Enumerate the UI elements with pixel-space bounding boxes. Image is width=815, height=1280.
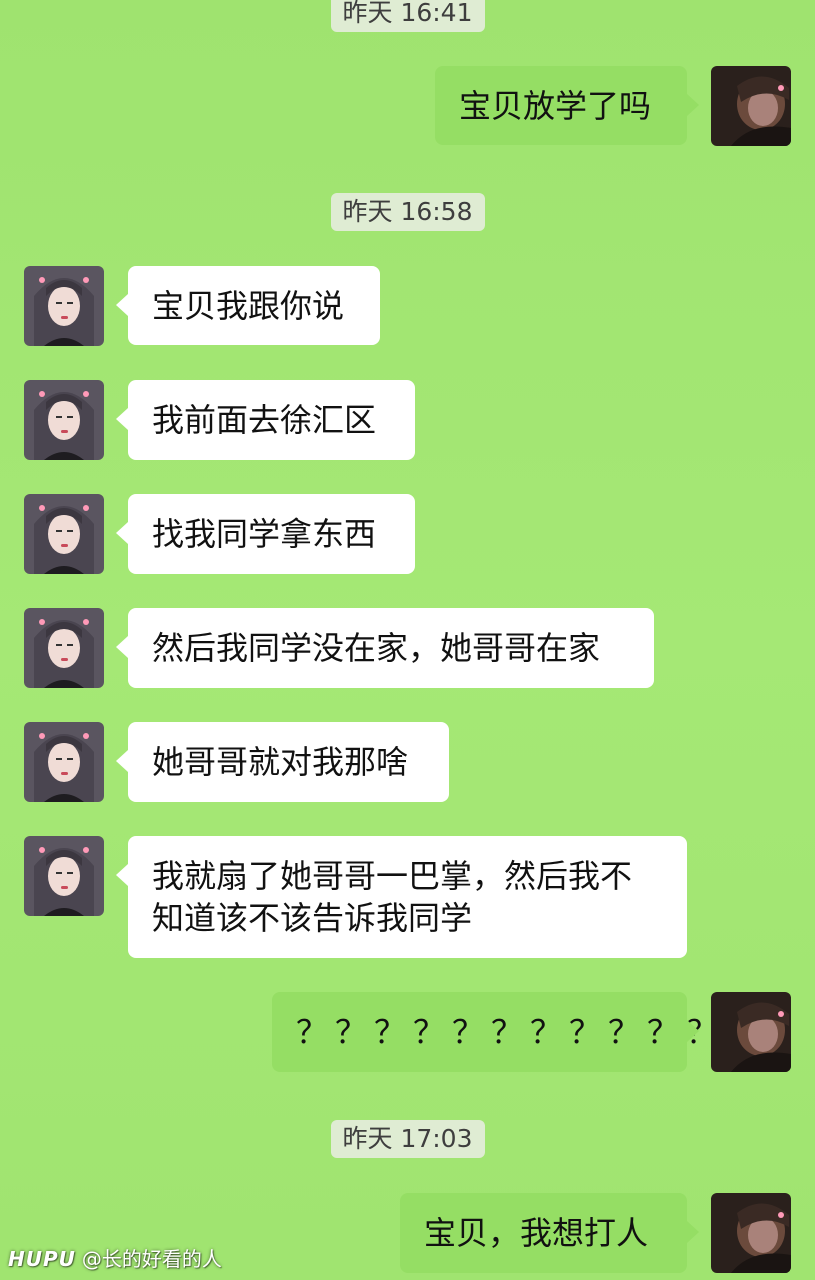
received-message-bubble[interactable]: 找我同学拿东西: [116, 494, 415, 574]
message-text: 宝贝放学了吗: [459, 87, 652, 125]
message-text: 我前面去徐汇区: [152, 401, 377, 439]
message-text-line: 知道该不该告诉我同学: [152, 899, 473, 937]
received-message-bubble[interactable]: 然后我同学没在家，她哥哥在家: [116, 608, 654, 688]
message-text: 然后我同学没在家，她哥哥在家: [152, 629, 601, 667]
my-avatar[interactable]: [711, 66, 791, 146]
contact-avatar[interactable]: [24, 836, 104, 916]
timestamp: 昨天 16:58: [330, 193, 485, 231]
contact-avatar[interactable]: [24, 380, 104, 460]
contact-avatar[interactable]: [24, 608, 104, 688]
hupu-watermark: HUPU @长的好看的人: [8, 1244, 222, 1274]
sent-message-bubble[interactable]: 宝贝放学了吗: [435, 66, 699, 145]
my-avatar[interactable]: [711, 992, 791, 1072]
message-text: 找我同学拿东西: [152, 515, 377, 553]
message-text-line: 我就扇了她哥哥一巴掌，然后我不: [152, 857, 633, 895]
timestamp: 昨天 16:41: [330, 0, 485, 32]
received-message-bubble[interactable]: 我前面去徐汇区: [116, 380, 415, 460]
contact-avatar[interactable]: [24, 722, 104, 802]
chat-area[interactable]: 昨天 16:41 宝贝放学了吗 昨天 16:58 宝贝我跟你说 我前面去徐汇区 …: [0, 0, 815, 1280]
contact-avatar[interactable]: [24, 494, 104, 574]
received-message-bubble[interactable]: 她哥哥就对我那啥: [116, 722, 449, 802]
sent-message-bubble[interactable]: ？？？？？？？？？？？: [272, 992, 718, 1072]
my-avatar[interactable]: [711, 1193, 791, 1273]
message-text: ？？？？？？？？？？？: [296, 1013, 726, 1051]
contact-avatar[interactable]: [24, 266, 104, 346]
hupu-logo: HUPU: [8, 1247, 76, 1271]
message-text: 宝贝我跟你说: [152, 287, 345, 325]
message-text: 宝贝，我想打人: [424, 1214, 649, 1252]
received-message-bubble[interactable]: 宝贝我跟你说: [116, 266, 380, 345]
watermark-username: @长的好看的人: [81, 1247, 222, 1271]
message-text: 她哥哥就对我那啥: [152, 743, 409, 781]
received-message-bubble[interactable]: 我就扇了她哥哥一巴掌，然后我不 知道该不该告诉我同学: [116, 836, 687, 958]
sent-message-bubble[interactable]: 宝贝，我想打人: [400, 1193, 699, 1273]
timestamp: 昨天 17:03: [330, 1120, 485, 1158]
